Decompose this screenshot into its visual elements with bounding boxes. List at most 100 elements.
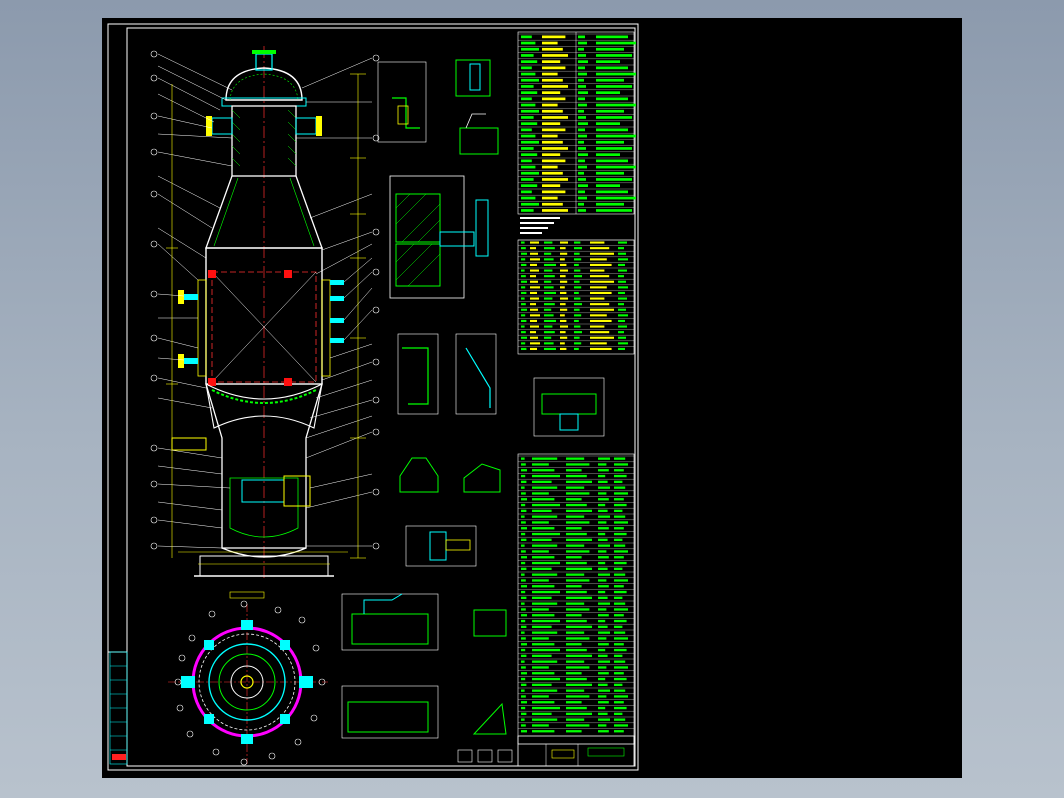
table-cell-text <box>590 297 605 300</box>
table-cell-text <box>532 573 558 576</box>
table-cell-text <box>532 712 552 715</box>
table-cell-text <box>566 660 585 663</box>
table-cell-text <box>530 347 537 350</box>
table-cell-text <box>590 331 610 334</box>
table-cell-text <box>618 303 624 306</box>
left-nozzle-flange-1 <box>178 290 184 304</box>
table-cell-text <box>618 269 627 272</box>
detail-3 <box>459 127 499 155</box>
table-cell-text <box>542 91 561 94</box>
table-cell-text <box>618 252 626 255</box>
table-cell-text <box>614 602 626 605</box>
table-cell-text <box>614 515 626 518</box>
table-cell-text <box>614 463 628 466</box>
table-cell-text <box>590 325 605 328</box>
table-cell-text <box>542 35 566 39</box>
table-cell-text <box>598 573 610 576</box>
table-cell-text <box>560 275 566 278</box>
table-cell-text <box>521 41 536 45</box>
table-cell-text <box>542 178 568 181</box>
table-cell-text <box>560 314 565 317</box>
table-cell-text <box>590 314 607 317</box>
table-cell-text <box>544 258 554 261</box>
sheet-outer-border <box>107 23 639 771</box>
table-cell-text <box>566 492 590 495</box>
detail-8-part <box>429 531 447 561</box>
table-cell-text <box>521 241 525 244</box>
table-cell-text <box>566 677 587 681</box>
table-cell-text <box>618 308 626 311</box>
table-cell-text <box>590 258 607 261</box>
table-cell-text <box>598 463 607 466</box>
table-cell-text <box>521 91 538 94</box>
table-cell-text <box>521 730 527 733</box>
table-cell-text <box>566 579 590 582</box>
table-cell-text <box>521 291 527 294</box>
detail-8-pipe <box>445 539 471 551</box>
table-cell-text <box>590 291 612 294</box>
table-cell-text <box>544 252 552 255</box>
table-cell-text <box>560 280 568 283</box>
table-cell-text <box>614 521 628 524</box>
table-cell-text <box>578 196 587 200</box>
parts-list-rows <box>518 455 634 733</box>
table-cell-text <box>530 275 536 278</box>
symbol-box-1 <box>457 749 473 763</box>
table-cell-text <box>521 590 526 594</box>
detail-5-profile <box>465 347 491 408</box>
note-line <box>520 217 560 219</box>
table-cell-text <box>521 672 527 675</box>
table-cell-text <box>566 538 592 541</box>
table-cell-text <box>521 153 538 156</box>
table-cell-text <box>521 619 526 623</box>
cad-viewport[interactable] <box>102 18 962 778</box>
revision-strip-rows <box>110 665 127 751</box>
nozzle-flange-right <box>316 116 322 136</box>
table-cell-text <box>542 140 563 144</box>
detail-9-profile <box>363 593 403 614</box>
table-cell-text <box>566 712 592 715</box>
table-cell-text <box>544 263 556 266</box>
table-cell-text <box>614 538 623 541</box>
table-cell-text <box>521 258 526 261</box>
table-cell-text <box>542 196 558 200</box>
table-cell-text <box>566 718 585 721</box>
table-cell-text <box>521 247 526 250</box>
table-cell-text <box>598 683 608 686</box>
table-cell-text <box>574 252 580 255</box>
table-cell-text <box>590 241 605 244</box>
table-cell-text <box>578 66 585 70</box>
drawing-number-field <box>587 747 625 757</box>
table-cell-text <box>574 308 580 311</box>
table-cell-text <box>521 631 525 634</box>
table-cell-text <box>566 643 582 646</box>
detail-7 <box>463 463 501 493</box>
symbol-box-3 <box>497 749 513 763</box>
table-cell-text <box>521 515 525 518</box>
table-cell-text <box>596 178 632 181</box>
table-cell-text <box>521 509 527 512</box>
nozzle-flange-left <box>206 116 212 136</box>
table-cell-text <box>596 85 632 88</box>
table-cell-text <box>532 648 560 652</box>
table-cell-text <box>614 701 624 704</box>
table-cell-text <box>521 263 527 266</box>
table-cell-text <box>521 654 527 657</box>
table-cell-text <box>596 109 624 113</box>
table-cell-text <box>530 252 538 255</box>
table-cell-text <box>560 319 567 322</box>
table-cell-text <box>566 532 587 536</box>
table-cell-text <box>532 660 558 663</box>
table-cell-text <box>578 97 585 101</box>
table-cell-text <box>521 625 527 628</box>
table-cell-text <box>530 280 538 283</box>
detail-4-profile <box>402 347 429 405</box>
table-cell-text <box>566 515 585 518</box>
table-cell-text <box>532 544 558 547</box>
table-cell-text <box>614 567 623 570</box>
table-cell-text <box>598 457 610 460</box>
table-cell-text <box>532 457 558 460</box>
top-nozzle-flange <box>252 50 276 54</box>
title-block-border <box>517 735 635 767</box>
table-cell-text <box>578 72 587 76</box>
